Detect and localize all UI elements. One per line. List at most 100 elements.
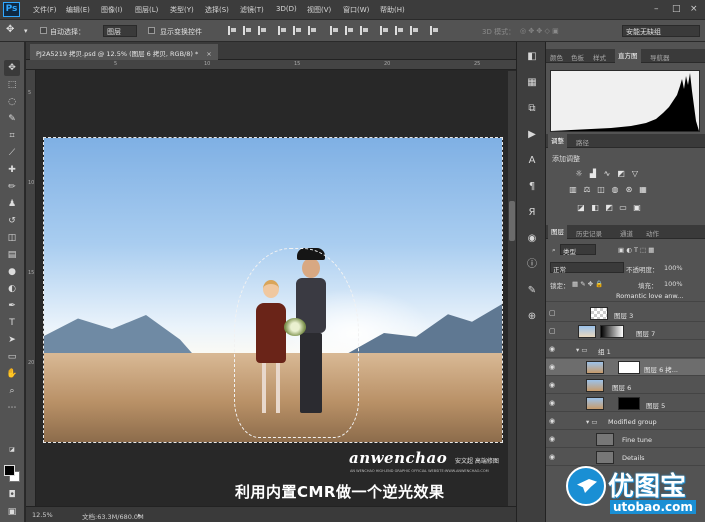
selection-marquee[interactable] [234,248,359,438]
brush-panel-icon[interactable]: ✎ [525,284,539,298]
document-tab[interactable]: PJ2A5219 拷贝.psd @ 12.5% (图层 6 拷贝, RGB/8)… [30,44,218,60]
tab-actions[interactable]: 动作 [646,228,659,238]
visibility-eye-icon[interactable]: ◉ [549,435,555,443]
posterize-icon[interactable]: ◧ [590,203,600,212]
document-canvas[interactable]: anwenchao AN WENCHAO HIGH-END GRAPHIC OF… [37,71,516,506]
3d-tools-icon[interactable]: ◎ ✥ ✥ ◇ ▣ [520,27,559,35]
layer-row[interactable]: ◉ 图层 6 [546,377,705,394]
healing-brush-icon[interactable]: ✚ [4,162,20,178]
layer-kind-filter[interactable]: 类型 [560,244,596,256]
pen-tool-icon[interactable]: ✒ [4,298,20,314]
dodge-tool-icon[interactable]: ◐ [4,281,20,297]
fill-value[interactable]: 100% [664,280,683,288]
auto-select-dropdown[interactable]: 图层 [103,25,137,37]
align-bottom-icon[interactable] [258,26,267,35]
opacity-value[interactable]: 100% [664,264,683,272]
menu-edit[interactable]: 编辑(E) [66,5,90,15]
foreground-color-swatch[interactable] [4,465,15,476]
distribute-right-icon[interactable] [410,26,419,35]
blend-mode-dropdown[interactable]: 正常 [550,262,624,274]
status-arrow-icon[interactable]: ▸ [138,511,141,519]
eyedropper-tool-icon[interactable]: ⟋ [4,145,20,161]
filter-type-icons[interactable]: ▣ ◐ T ⬚ ▦ [618,246,654,254]
menu-file[interactable]: 文件(F) [33,5,57,15]
visibility-eye-icon[interactable]: ◉ [549,453,555,461]
brush-tool-icon[interactable]: ✏ [4,179,20,195]
distribute-hcenter-icon[interactable] [395,26,404,35]
brightness-icon[interactable]: ☼ [574,169,584,178]
zoom-tool-icon[interactable]: ⌕ [4,383,20,399]
maximize-icon[interactable]: □ [672,4,681,14]
shape-tool-icon[interactable]: ▭ [4,349,20,365]
tab-history[interactable]: 历史记录 [576,228,602,238]
tab-histogram[interactable]: 直方图 [615,49,641,63]
layer-row[interactable]: ◉ Fine tune [546,431,705,448]
move-tool-icon[interactable]: ✥ [6,24,14,35]
visibility-eye-icon[interactable]: ◉ [549,363,555,371]
layer-row[interactable]: ◉ 图层 5 [546,395,705,412]
scrollbar-thumb[interactable] [509,201,515,241]
color-lookup-icon[interactable]: ▦ [638,185,648,194]
tab-color[interactable]: 颜色 [550,52,563,62]
quick-select-tool-icon[interactable]: ✎ [4,111,20,127]
visibility-eye-icon[interactable]: ◉ [549,399,555,407]
minimize-icon[interactable]: – [654,4,659,14]
history-panel-icon[interactable]: ⧉ [525,102,539,116]
layer-row[interactable]: ▢ 图层 7 [546,323,705,340]
align-hcenter-icon[interactable] [293,26,302,35]
document-size[interactable]: 文档:63.3M/680.0M [82,511,144,521]
screen-mode-icon[interactable]: ▣ [4,504,20,520]
hand-tool-icon[interactable]: ✋ [4,366,20,382]
distribute-vcenter-icon[interactable] [345,26,354,35]
eraser-tool-icon[interactable]: ◫ [4,230,20,246]
glyphs-panel-icon[interactable]: Я [525,206,539,220]
tab-paths[interactable]: 路径 [576,137,589,147]
tab-navigator[interactable]: 导航器 [650,52,670,62]
layer-row[interactable]: ◉ ▾ ▭ 组 1 [546,341,705,358]
crop-tool-icon[interactable]: ⌗ [4,128,20,144]
menu-3d[interactable]: 3D(D) [276,5,297,13]
align-left-icon[interactable] [278,26,287,35]
menu-select[interactable]: 选择(S) [205,5,229,15]
vibrance-icon[interactable]: ▽ [630,169,640,178]
channel-mixer-icon[interactable]: ⊛ [624,185,634,194]
black-white-icon[interactable]: ◫ [596,185,606,194]
type-tool-icon[interactable]: T [4,315,20,331]
character-panel-icon[interactable]: A [525,154,539,168]
layer-row[interactable]: ◉ ▾ ▭ Modified group [546,413,705,430]
photo-filter-icon[interactable]: ◍ [610,185,620,194]
vertical-scrollbar[interactable] [508,71,516,506]
path-select-icon[interactable]: ➤ [4,332,20,348]
invert-icon[interactable]: ◪ [576,203,586,212]
visibility-eye-icon[interactable]: ◉ [549,345,555,353]
gradient-tool-icon[interactable]: ▤ [4,247,20,263]
paragraph-panel-icon[interactable]: ¶ [525,180,539,194]
hue-saturation-icon[interactable]: ▥ [568,185,578,194]
filter-search-icon[interactable]: ⌕ [552,246,556,255]
menu-window[interactable]: 窗口(W) [343,5,369,15]
libraries-panel-icon[interactable]: ◉ [525,232,539,246]
tab-swatches[interactable]: 色板 [571,52,584,62]
more-tools-icon[interactable]: ⋯ [4,400,20,416]
tool-preset-icon[interactable]: ▾ [24,27,28,35]
lock-icons[interactable]: ▦ ✎ ✥ 🔒 [572,280,603,288]
menu-view[interactable]: 视图(V) [307,5,331,15]
default-colors-icon[interactable]: ◪ [4,442,20,458]
quick-mask-icon[interactable]: ◘ [4,487,20,503]
move-tool-icon[interactable]: ✥ [4,60,20,76]
marquee-tool-icon[interactable]: ⬚ [4,77,20,93]
gradient-map-icon[interactable]: ▭ [618,203,628,212]
selective-color-icon[interactable]: ▣ [632,203,642,212]
align-right-icon[interactable] [308,26,317,35]
visibility-eye-icon[interactable]: ◉ [549,381,555,389]
tab-styles[interactable]: 样式 [593,52,606,62]
layer-row[interactable]: Romantic love anw... [546,290,705,302]
menu-image[interactable]: 图像(I) [101,5,123,15]
blur-tool-icon[interactable]: ● [4,264,20,280]
curves-icon[interactable]: ∿ [602,169,612,178]
lasso-tool-icon[interactable]: ◌ [4,94,20,110]
visibility-toggle[interactable]: ▢ [549,327,556,335]
clone-stamp-icon[interactable]: ♟ [4,196,20,212]
menu-layer[interactable]: 图层(L) [135,5,158,15]
distribute-left-icon[interactable] [380,26,389,35]
